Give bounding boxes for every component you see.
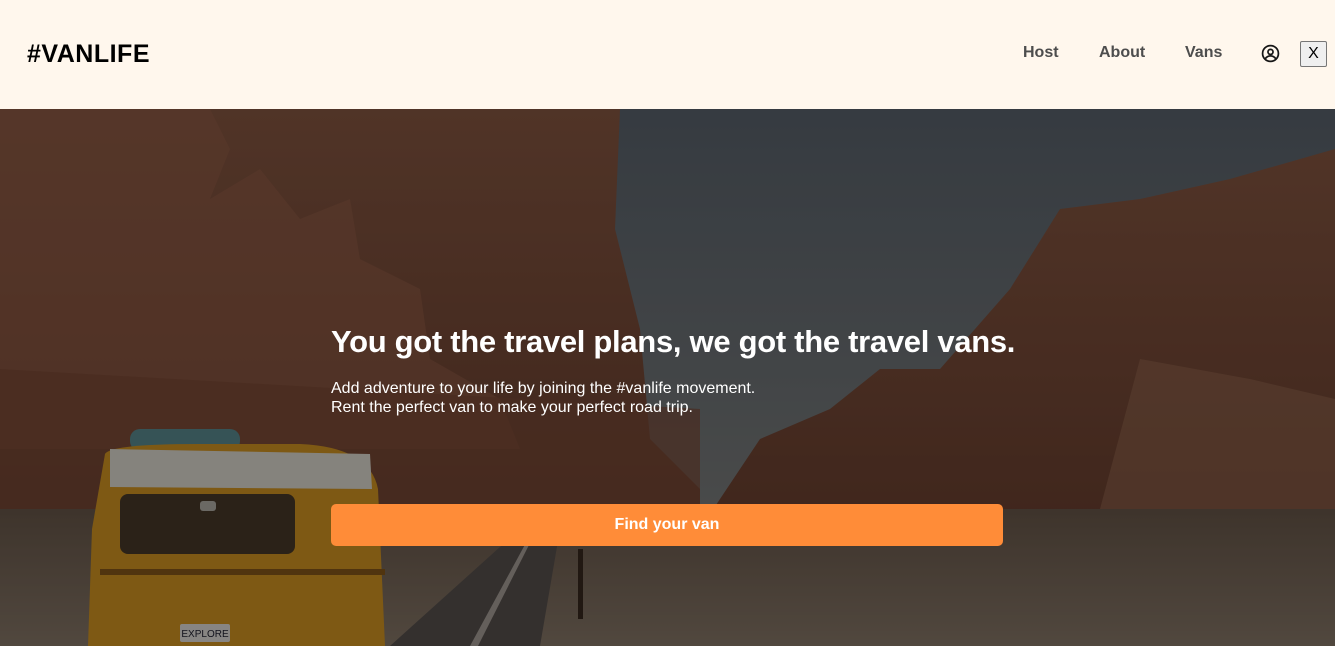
hero-subtitle: Add adventure to your life by joining th… xyxy=(331,379,931,417)
hero-subtitle-line-2: Rent the perfect van to make your perfec… xyxy=(331,399,693,416)
hero-section: EXPLORE You got the travel plans, we got… xyxy=(0,109,1335,646)
hero-title: You got the travel plans, we got the tra… xyxy=(331,324,1016,359)
hero-dark-overlay xyxy=(0,109,1335,646)
user-circle-icon[interactable] xyxy=(1261,44,1280,63)
hero-subtitle-line-1: Add adventure to your life by joining th… xyxy=(331,380,756,397)
nav-link-vans[interactable]: Vans xyxy=(1185,44,1222,62)
find-your-van-button[interactable]: Find your van xyxy=(331,504,1003,546)
site-logo[interactable]: #VANLIFE xyxy=(27,40,150,69)
nav-link-host[interactable]: Host xyxy=(1023,44,1059,62)
site-header: #VANLIFE Host About Vans X xyxy=(0,0,1335,109)
close-button[interactable]: X xyxy=(1300,41,1327,67)
nav-link-about[interactable]: About xyxy=(1099,44,1145,62)
